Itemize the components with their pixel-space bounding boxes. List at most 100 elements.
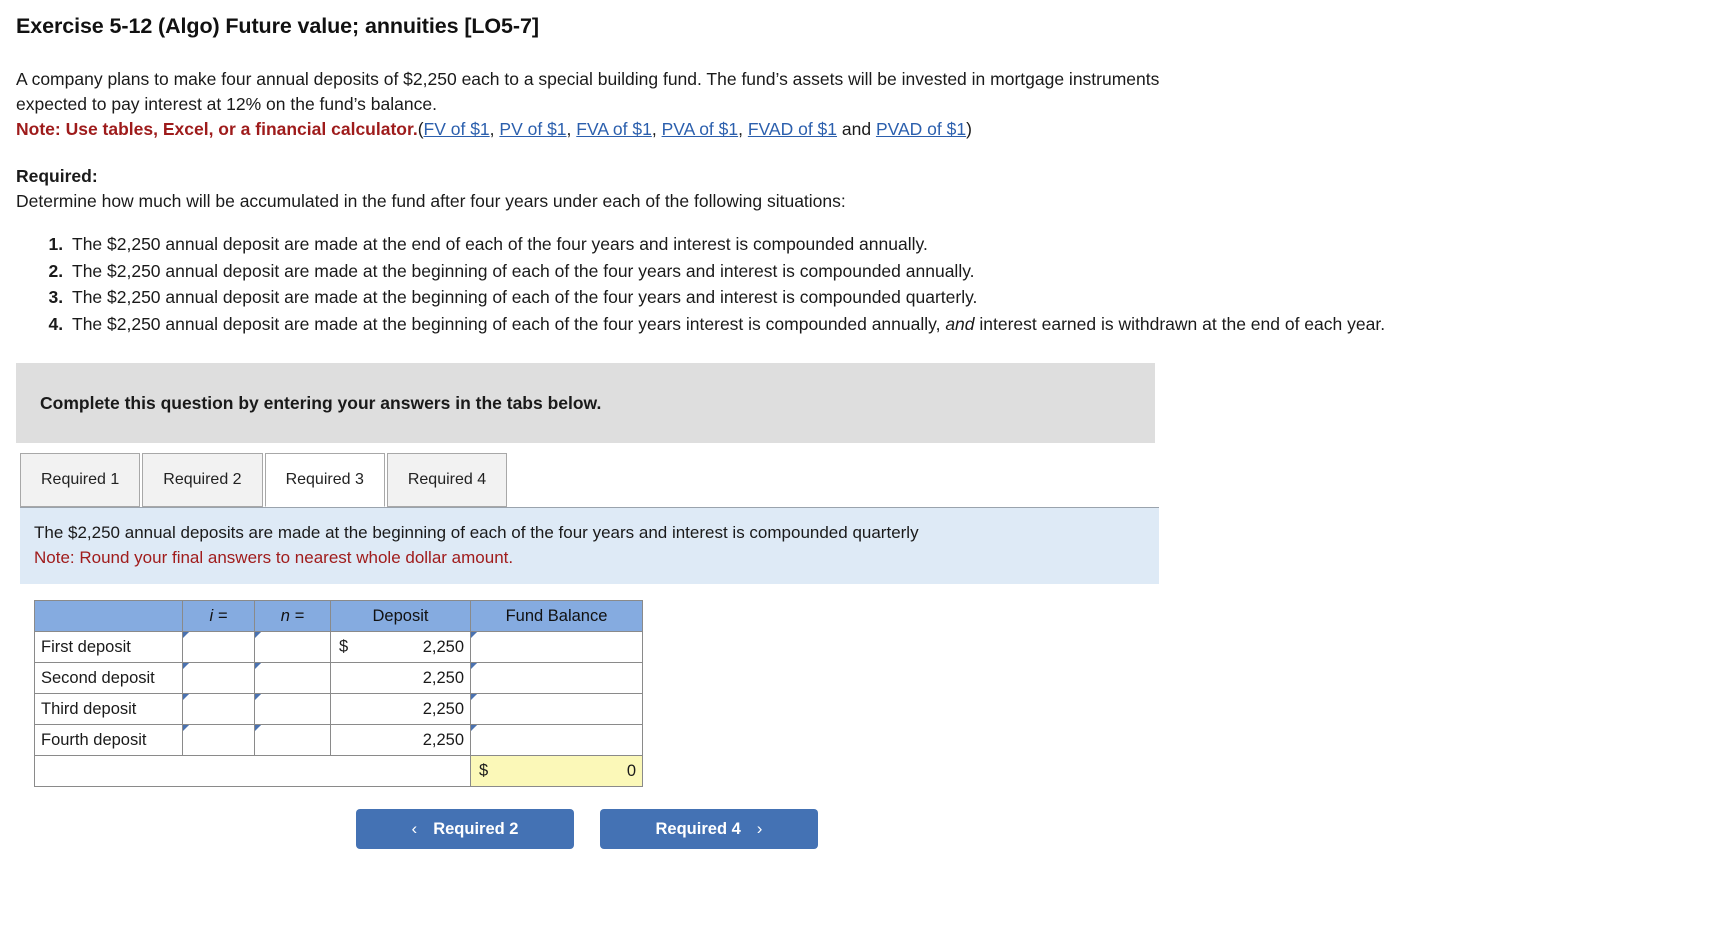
sep-1: ,	[489, 119, 500, 139]
link-pva-of-1[interactable]: PVA of $1	[662, 119, 739, 139]
next-required-button[interactable]: Required 4 ›	[600, 809, 818, 849]
input-fund-balance-first[interactable]	[470, 631, 643, 663]
situation-4-head: The $2,250 annual deposit are made at th…	[72, 313, 946, 334]
table-body: First deposit $2,250 Second deposit 2,25…	[34, 631, 643, 787]
input-i-third-deposit[interactable]	[182, 693, 255, 725]
header-deposit: Deposit	[330, 600, 471, 632]
situation-item-3: The $2,250 annual deposit are made at th…	[68, 285, 1716, 311]
input-fund-balance-second[interactable]	[470, 662, 643, 694]
problem-paragraph: A company plans to make four annual depo…	[16, 67, 1216, 117]
header-i-text: i =	[209, 606, 228, 625]
requirement-info-panel: The $2,250 annual deposits are made at t…	[20, 507, 1159, 584]
total-dollar-sign: $	[479, 761, 489, 780]
cell-marker-icon	[183, 694, 189, 706]
page-title: Exercise 5-12 (Algo) Future value; annui…	[16, 14, 539, 38]
header-n: n =	[254, 600, 331, 632]
row-label-third-deposit: Third deposit	[34, 693, 183, 725]
chevron-right-icon: ›	[756, 819, 763, 838]
cell-marker-icon	[183, 663, 189, 675]
tab-required-1[interactable]: Required 1	[20, 453, 141, 507]
table-row: Third deposit 2,250	[34, 693, 643, 725]
sep-2: ,	[566, 119, 577, 139]
total-spacer-i	[182, 755, 255, 787]
rounding-note: Note: Round your final answers to neares…	[34, 548, 514, 567]
table-row: Fourth deposit 2,250	[34, 724, 643, 756]
note-line: Note: Use tables, Excel, or a financial …	[16, 119, 1716, 140]
table-row: Second deposit 2,250	[34, 662, 643, 694]
cell-marker-icon	[471, 632, 477, 644]
link-pvad-of-1[interactable]: PVAD of $1	[876, 119, 966, 139]
required-subheading: Determine how much will be accumulated i…	[16, 191, 846, 211]
row-label-fourth-deposit: Fourth deposit	[34, 724, 183, 756]
dollar-sign-first: $	[339, 637, 349, 656]
note-label: Note: Use tables, Excel, or a financial …	[16, 119, 418, 139]
sep-3: ,	[651, 119, 662, 139]
row-label-first-deposit: First deposit	[34, 631, 183, 663]
nav-button-row: ‹ Required 2 Required 4 ›	[16, 809, 1716, 849]
cell-marker-icon	[255, 694, 261, 706]
input-n-second-deposit[interactable]	[254, 662, 331, 694]
tab-required-2[interactable]: Required 2	[142, 453, 263, 507]
table-total-row: $0	[34, 755, 643, 787]
tab-required-3[interactable]: Required 3	[264, 453, 385, 507]
prev-required-button[interactable]: ‹ Required 2	[356, 809, 574, 849]
answer-table-wrap: i = n = Deposit Fund Balance First depos…	[34, 600, 1716, 787]
row-label-second-deposit: Second deposit	[34, 662, 183, 694]
header-n-text: n =	[280, 606, 305, 625]
prev-required-label: Required 2	[433, 819, 519, 838]
answer-table: i = n = Deposit Fund Balance First depos…	[34, 600, 643, 787]
header-fund-balance: Fund Balance	[470, 600, 643, 632]
input-fund-balance-fourth[interactable]	[470, 724, 643, 756]
required-heading: Required:	[16, 166, 98, 186]
situation-item-4: The $2,250 annual deposit are made at th…	[68, 312, 1716, 338]
total-spacer-label	[34, 755, 183, 787]
requirement-description: The $2,250 annual deposits are made at t…	[34, 523, 919, 542]
situations-list: The $2,250 annual deposit are made at th…	[16, 232, 1716, 337]
instruction-bar: Complete this question by entering your …	[16, 363, 1155, 443]
deposit-value-second: 2,250	[422, 668, 464, 687]
tab-strip: Required 1 Required 2 Required 3 Require…	[20, 451, 1716, 507]
deposit-third: 2,250	[330, 693, 471, 725]
close-paren: )	[966, 119, 972, 139]
and-word: and	[837, 119, 876, 139]
cell-marker-icon	[255, 663, 261, 675]
total-value: 0	[626, 761, 636, 780]
total-spacer-deposit	[330, 755, 471, 787]
link-fvad-of-1[interactable]: FVAD of $1	[748, 119, 837, 139]
situation-4-tail: interest earned is withdrawn at the end …	[974, 313, 1386, 334]
cell-marker-icon	[183, 725, 189, 737]
deposit-value-third: 2,250	[422, 699, 464, 718]
tab-required-4[interactable]: Required 4	[386, 453, 508, 507]
link-fva-of-1[interactable]: FVA of $1	[576, 119, 652, 139]
total-fund-balance: $0	[470, 755, 643, 787]
deposit-fourth: 2,250	[330, 724, 471, 756]
deposit-second: 2,250	[330, 662, 471, 694]
situation-item-1: The $2,250 annual deposit are made at th…	[68, 232, 1716, 258]
sep-4: ,	[738, 119, 748, 139]
instruction-bar-text: Complete this question by entering your …	[40, 392, 602, 413]
situation-item-2: The $2,250 annual deposit are made at th…	[68, 259, 1716, 285]
input-n-first-deposit[interactable]	[254, 631, 331, 663]
input-i-second-deposit[interactable]	[182, 662, 255, 694]
link-fv-of-1[interactable]: FV of $1	[424, 119, 490, 139]
table-row: First deposit $2,250	[34, 631, 643, 663]
cell-marker-icon	[471, 725, 477, 737]
input-i-first-deposit[interactable]	[182, 631, 255, 663]
input-i-fourth-deposit[interactable]	[182, 724, 255, 756]
cell-marker-icon	[183, 632, 189, 644]
input-n-fourth-deposit[interactable]	[254, 724, 331, 756]
cell-marker-icon	[471, 694, 477, 706]
input-n-third-deposit[interactable]	[254, 693, 331, 725]
situation-4-emphasis: and	[945, 313, 975, 334]
next-required-label: Required 4	[655, 819, 741, 838]
chevron-left-icon: ‹	[411, 819, 418, 838]
header-i: i =	[182, 600, 255, 632]
deposit-value-fourth: 2,250	[422, 730, 464, 749]
problem-text: A company plans to make four annual depo…	[16, 69, 1160, 114]
exercise-page: Exercise 5-12 (Algo) Future value; annui…	[0, 0, 1716, 950]
header-blank	[34, 600, 183, 632]
table-head: i = n = Deposit Fund Balance	[34, 600, 643, 632]
link-pv-of-1[interactable]: PV of $1	[499, 119, 566, 139]
cell-marker-icon	[255, 632, 261, 644]
input-fund-balance-third[interactable]	[470, 693, 643, 725]
